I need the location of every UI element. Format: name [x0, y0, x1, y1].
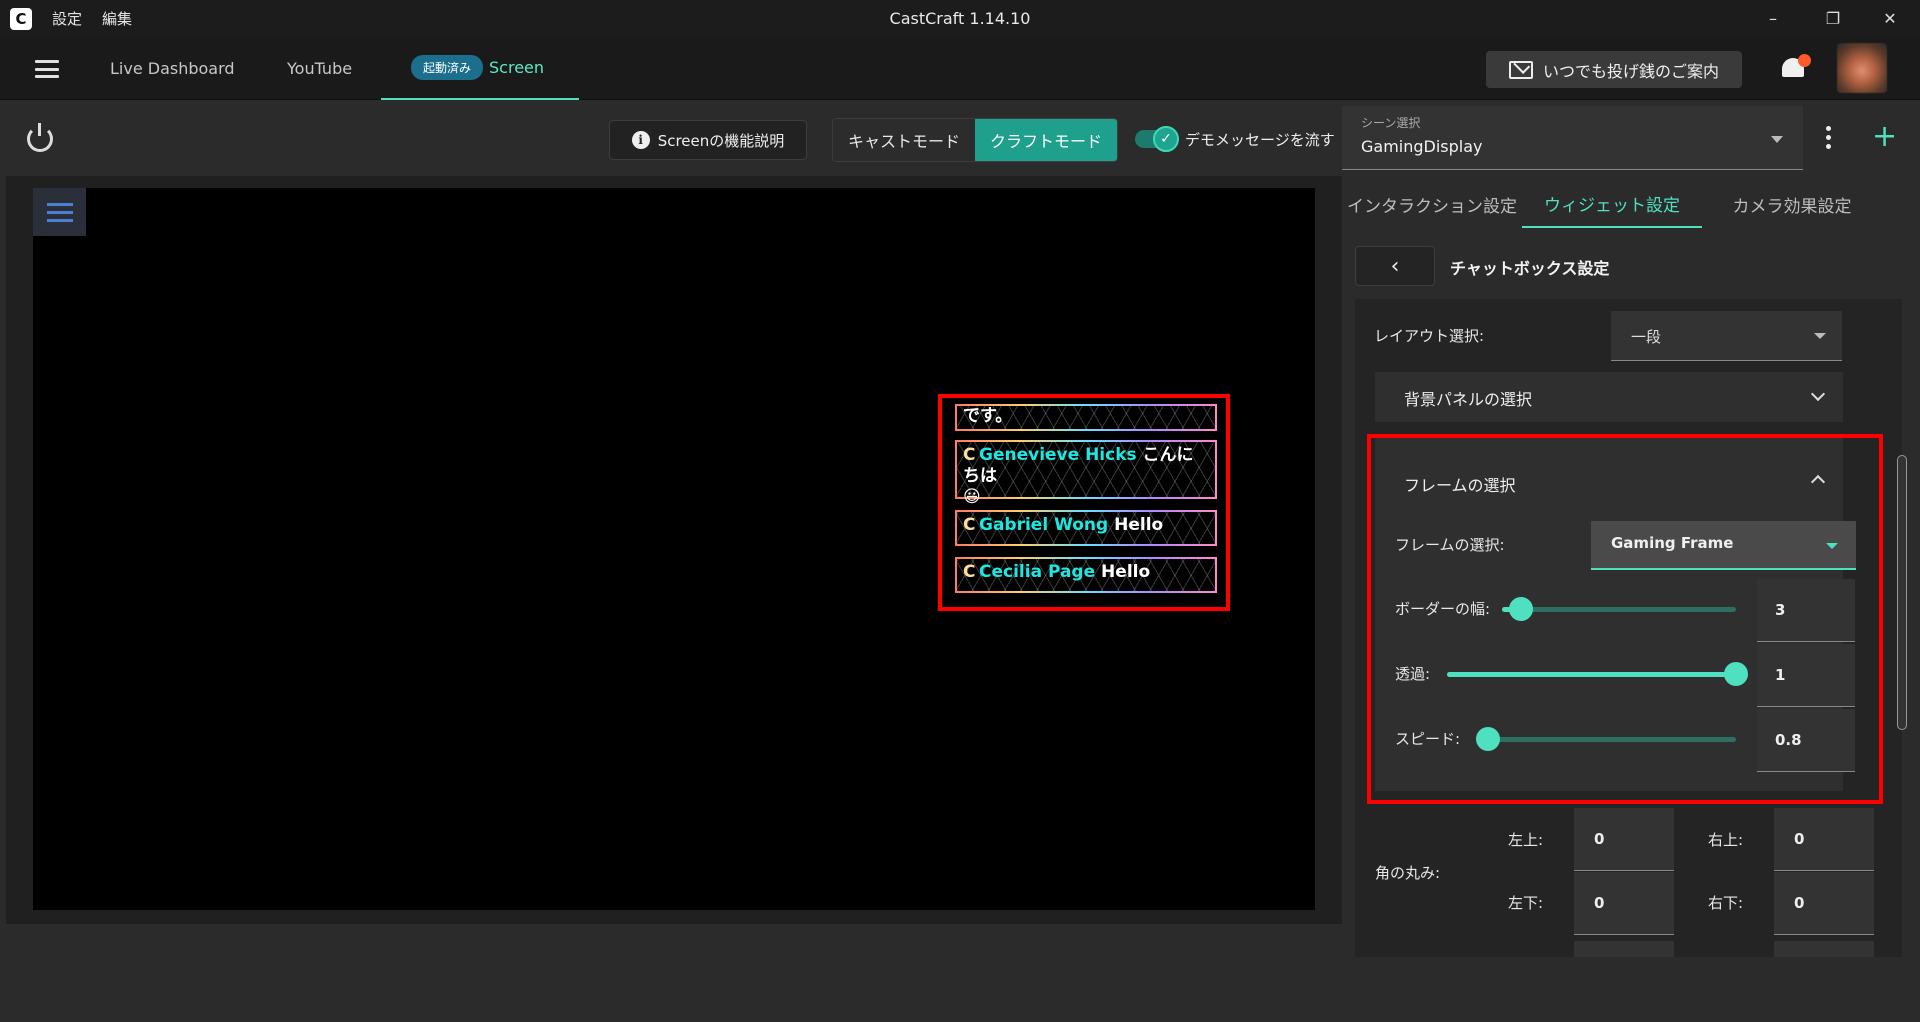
running-status-badge: 起動済み [411, 55, 484, 80]
smile-emoji-icon: 😃 [963, 487, 981, 507]
partial-input [1574, 941, 1674, 957]
close-window-button[interactable]: ✕ [1860, 0, 1920, 37]
notification-bell-icon[interactable] [1778, 53, 1811, 83]
settings-tabs: インタラクション設定 ウィジェット設定 カメラ効果設定 [1342, 180, 1882, 228]
window-title: CastCraft 1.14.10 [889, 9, 1031, 28]
power-icon[interactable] [27, 123, 53, 152]
corner-radius-label: 角の丸み: [1375, 864, 1441, 882]
bottom-right-label: 右下: [1708, 894, 1744, 912]
chat-text: Hello [1095, 562, 1151, 582]
bottom-left-label: 左下: [1508, 894, 1544, 912]
scene-select-value: GamingDisplay [1361, 137, 1483, 156]
tab-screen[interactable]: 起動済み Screen [381, 37, 579, 100]
layout-select[interactable]: 一段 [1611, 311, 1842, 361]
dropdown-caret-icon [1771, 136, 1783, 143]
screen-help-button[interactable]: i Screenの機能説明 [609, 120, 807, 160]
chat-message: C Genevieve Hicks こんにちは 😃 [955, 440, 1217, 507]
chat-author: Gabriel Wong [979, 515, 1109, 535]
tip-info-button[interactable]: いつでも投げ銭のご案内 [1486, 51, 1742, 88]
castcraft-icon: C [963, 562, 976, 582]
main-menu-icon[interactable] [35, 60, 59, 78]
craft-mode-button[interactable]: クラフトモード [975, 119, 1118, 161]
demo-message-label: デモメッセージを流す [1185, 131, 1335, 149]
top-right-label: 右上: [1708, 831, 1744, 849]
castcraft-icon: C [963, 515, 976, 535]
frame-settings-highlight [1367, 434, 1883, 804]
tip-info-label: いつでも投げ銭のご案内 [1542, 61, 1719, 81]
top-left-label: 左上: [1508, 831, 1544, 849]
check-icon: ✓ [1153, 126, 1179, 152]
screen-help-label: Screenの機能説明 [657, 131, 785, 150]
mode-toggle-group: キャストモード クラフトモード [832, 118, 1119, 162]
layout-label: レイアウト選択: [1374, 327, 1485, 345]
app-logo-icon: C [10, 7, 32, 30]
bottom-left-radius-input[interactable]: 0 [1574, 872, 1674, 935]
chevron-down-icon [1810, 386, 1826, 402]
tab-widget-settings[interactable]: ウィジェット設定 [1522, 180, 1702, 228]
chat-message: C Cecilia Page Hello [955, 557, 1217, 593]
chatbox-widget[interactable]: です。 C Genevieve Hicks こんにちは 😃 C Gabriel Wo… [938, 394, 1230, 611]
minimize-button[interactable]: – [1743, 0, 1803, 37]
chat-author: Cecilia Page [979, 562, 1096, 582]
bottom-right-radius-input[interactable]: 0 [1774, 872, 1874, 935]
demo-message-toggle[interactable]: ✓ [1135, 126, 1179, 152]
chat-text: Hello [1108, 515, 1164, 535]
top-right-radius-input[interactable]: 0 [1774, 808, 1874, 871]
dropdown-caret-icon [1814, 333, 1826, 339]
more-options-icon[interactable] [1826, 126, 1832, 153]
layout-select-value: 一段 [1631, 328, 1662, 346]
chat-message: です。 [955, 404, 1217, 431]
notification-dot [1798, 54, 1811, 67]
tab-camera-effects[interactable]: カメラ効果設定 [1702, 180, 1882, 228]
background-panel-accordion[interactable]: 背景パネルの選択 [1375, 372, 1843, 422]
canvas-menu-icon[interactable] [33, 188, 86, 236]
tab-interaction-settings[interactable]: インタラクション設定 [1342, 180, 1522, 228]
title-bar: C 設定 編集 CastCraft 1.14.10 – ❐ ✕ [0, 0, 1920, 37]
chat-message: C Gabriel Wong Hello [955, 510, 1217, 546]
scene-select[interactable]: シーン選択 GamingDisplay [1342, 106, 1803, 170]
add-scene-icon[interactable]: + [1872, 122, 1897, 152]
screen-toolbar: i Screenの機能説明 キャストモード クラフトモード ✓ デモメッセージを… [0, 100, 1340, 176]
tab-youtube[interactable]: YouTube [287, 37, 352, 100]
section-title: チャットボックス設定 [1450, 259, 1610, 278]
top-left-radius-input[interactable]: 0 [1574, 808, 1674, 871]
tab-screen-label: Screen [489, 58, 545, 77]
scene-select-caption: シーン選択 [1361, 116, 1421, 130]
settings-scrollbar[interactable] [1897, 455, 1907, 730]
chat-text: です。 [963, 406, 1013, 426]
tab-live-dashboard[interactable]: Live Dashboard [110, 37, 235, 100]
cast-mode-button[interactable]: キャストモード [833, 119, 976, 161]
back-button[interactable]: ‹ [1355, 246, 1435, 286]
avatar[interactable] [1837, 43, 1887, 93]
maximize-button[interactable]: ❐ [1803, 0, 1863, 37]
partial-input [1774, 941, 1874, 957]
chat-author: Genevieve Hicks [979, 445, 1137, 465]
castcraft-icon: C [963, 445, 976, 465]
background-panel-label: 背景パネルの選択 [1404, 390, 1533, 409]
menu-settings[interactable]: 設定 [52, 8, 82, 29]
top-navigation: Live Dashboard YouTube 起動済み Screen いつでも投… [0, 37, 1920, 100]
menu-edit[interactable]: 編集 [102, 8, 132, 29]
mail-icon [1508, 60, 1533, 79]
info-icon: i [631, 131, 650, 149]
